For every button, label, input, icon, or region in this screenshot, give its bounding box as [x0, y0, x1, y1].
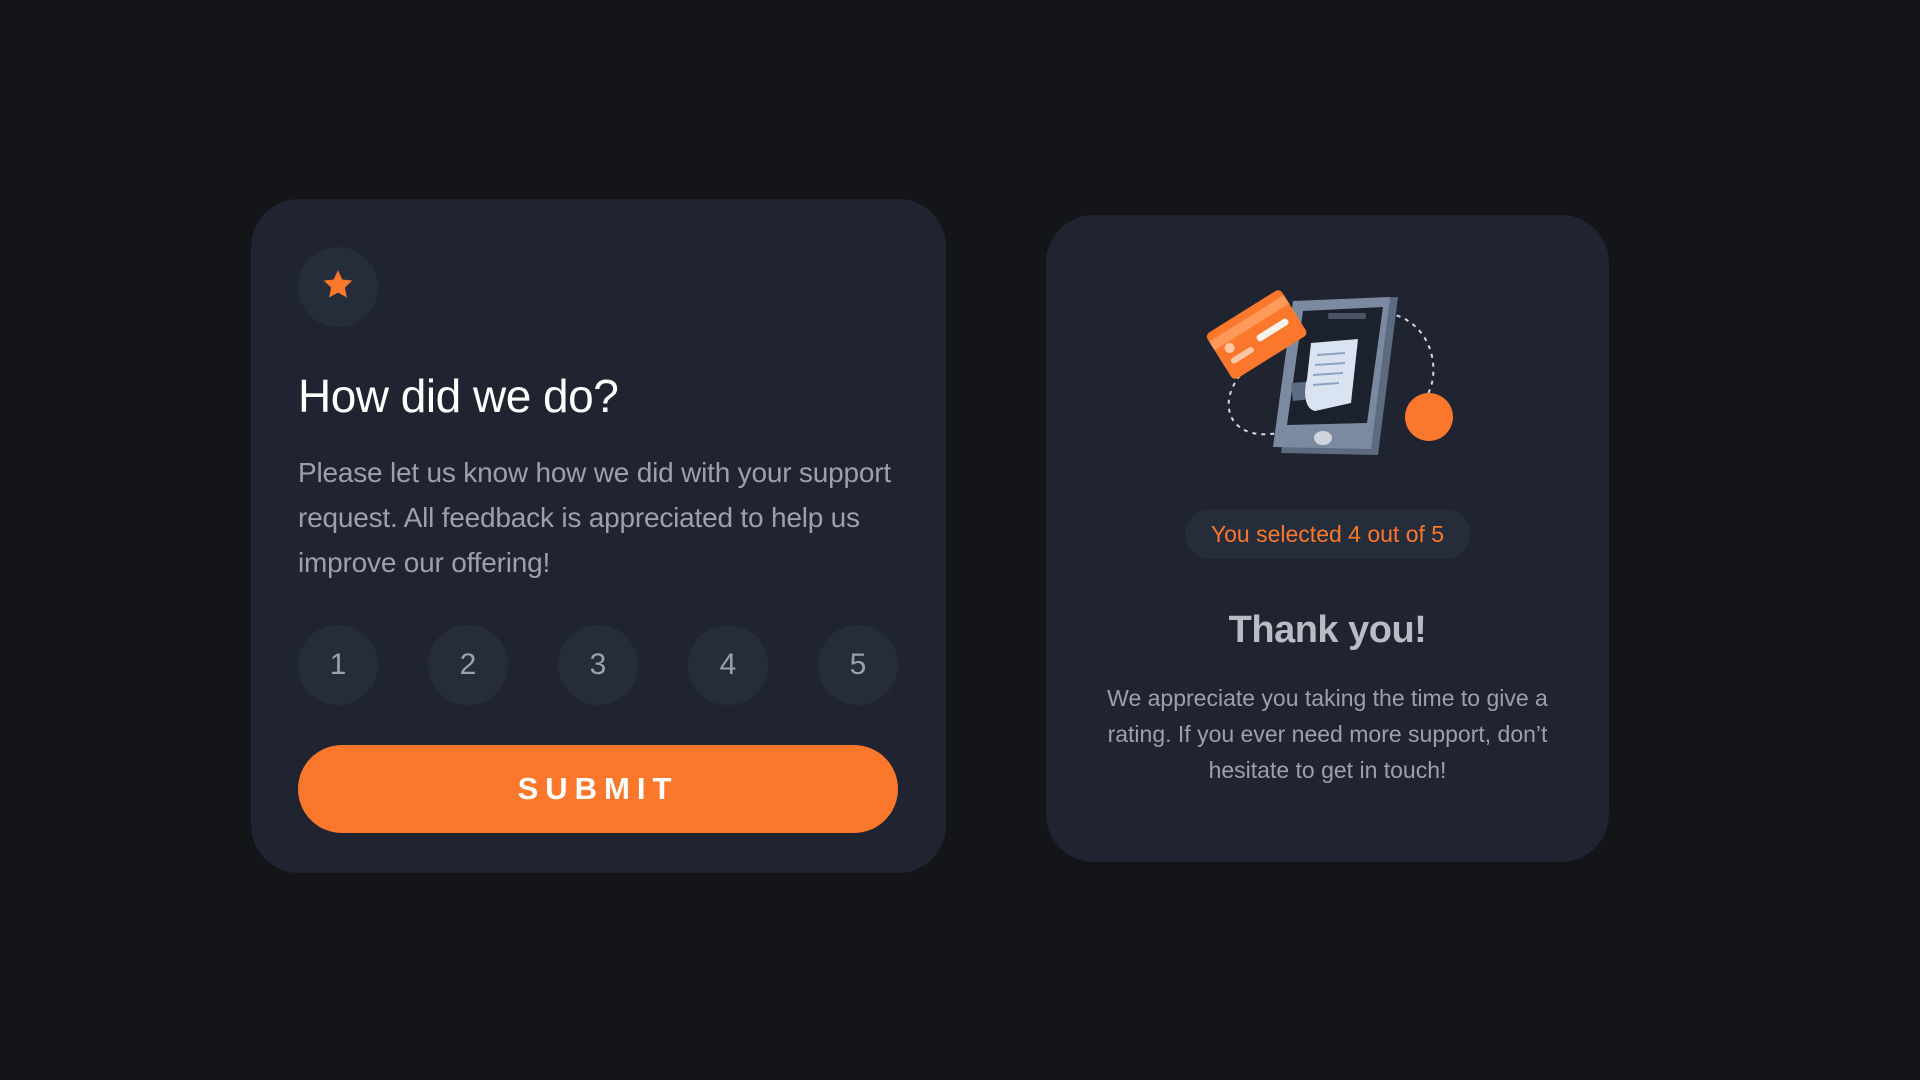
rating-option-3[interactable]: 3 [558, 624, 638, 705]
rating-card: How did we do? Please let us know how we… [251, 199, 946, 873]
rating-title: How did we do? [298, 370, 619, 422]
star-badge [298, 247, 378, 327]
thank-you-title: Thank you! [1228, 609, 1427, 651]
submit-button[interactable]: SUBMIT [298, 744, 898, 833]
rating-option-5[interactable]: 5 [818, 624, 898, 705]
rating-option-2[interactable]: 2 [428, 624, 508, 705]
thank-you-description: We appreciate you taking the time to giv… [1107, 685, 1548, 783]
selected-rating-badge: You selected 4 out of 5 [1184, 509, 1471, 559]
phone-payment-illustration [1193, 283, 1463, 463]
rating-options: 1 2 3 4 5 [298, 624, 898, 705]
rating-option-4[interactable]: 4 [688, 624, 768, 705]
thank-you-card: You selected 4 out of 5 Thank you! We ap… [1046, 215, 1609, 862]
rating-option-1[interactable]: 1 [298, 624, 378, 705]
rating-description: Please let us know how we did with your … [298, 456, 891, 578]
star-icon [320, 267, 356, 308]
